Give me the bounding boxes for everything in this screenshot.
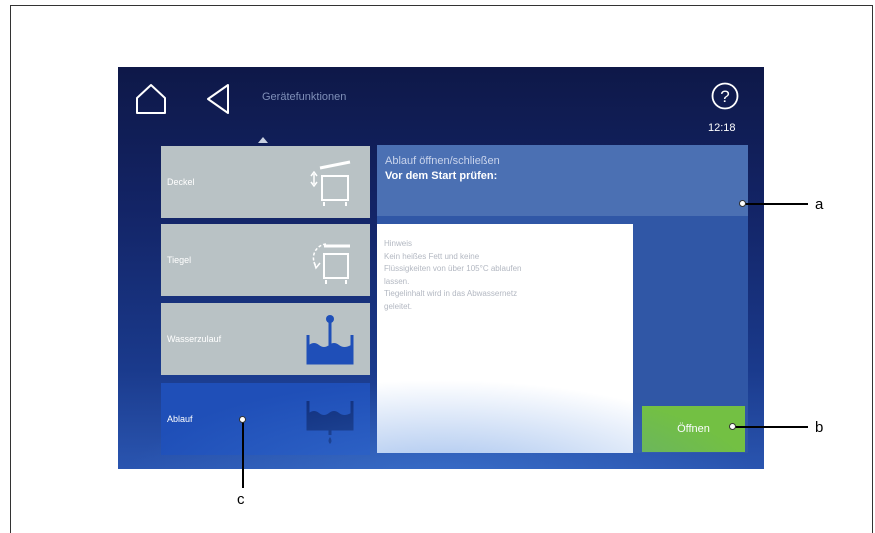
note-line: Kein heißes Fett und keine	[384, 251, 480, 261]
note-line: lassen.	[384, 276, 410, 286]
note-heading: Hinweis	[384, 239, 413, 248]
callout-dot-a	[739, 200, 746, 207]
callout-line-c	[242, 420, 244, 488]
title-caret	[258, 137, 268, 143]
note-line: Tiegelinhalt wird in das Abwassernetz	[384, 289, 518, 298]
note-text: Hinweis Kein heißes Fett und keine Flüss…	[384, 238, 629, 313]
callout-line-a	[743, 203, 808, 205]
figure-frame-left	[10, 5, 11, 533]
back-icon	[207, 84, 229, 114]
menu-item-wasserzulauf[interactable]: Wasserzulauf	[161, 303, 370, 375]
note-box: Hinweis Kein heißes Fett und keine Flüss…	[377, 224, 633, 453]
callout-label-a: a	[815, 196, 824, 213]
callout-label-c: c	[237, 491, 245, 508]
back-button[interactable]	[204, 82, 232, 116]
callout-line-b	[733, 426, 808, 428]
callout-dot-b	[729, 423, 736, 430]
device-screen: Gerätefunktionen ? 12:18 Deckel Tiegel W…	[118, 67, 764, 469]
drain-icon	[306, 401, 354, 444]
page-title: Gerätefunktionen	[262, 91, 347, 103]
home-icon	[136, 84, 166, 114]
water-inlet-icon	[306, 315, 354, 365]
help-symbol: ?	[720, 87, 729, 106]
info-panel: Ablauf öffnen/schließen Vor dem Start pr…	[377, 145, 748, 216]
content-area: Hinweis Kein heißes Fett und keine Flüss…	[377, 216, 748, 453]
callout-dot-c	[239, 416, 246, 423]
callout-label-b: b	[815, 419, 824, 436]
info-title: Ablauf öffnen/schließen	[385, 155, 500, 167]
figure-frame-right	[872, 5, 873, 533]
note-line: geleitet.	[384, 301, 413, 311]
figure-frame-top	[10, 5, 873, 6]
clock: 12:18	[708, 122, 736, 134]
menu-item-tiegel[interactable]: Tiegel	[161, 224, 370, 296]
menu-item-label: Wasserzulauf	[167, 334, 222, 344]
lid-icon	[310, 160, 351, 206]
pan-tilt-icon	[312, 243, 350, 284]
menu-item-label: Deckel	[167, 177, 195, 187]
help-icon: ?	[711, 82, 739, 110]
top-bar: Gerätefunktionen ? 12:18	[118, 67, 764, 137]
help-button[interactable]: ?	[711, 82, 739, 110]
menu-item-label: Ablauf	[167, 414, 193, 424]
home-button[interactable]	[134, 82, 168, 116]
note-line: Flüssigkeiten von über 105°C ablaufen	[384, 264, 522, 273]
info-subtitle: Vor dem Start prüfen:	[385, 170, 498, 182]
menu-item-deckel[interactable]: Deckel	[161, 146, 370, 218]
menu-item-label: Tiegel	[167, 255, 192, 265]
menu-item-ablauf[interactable]: Ablauf	[161, 383, 370, 455]
